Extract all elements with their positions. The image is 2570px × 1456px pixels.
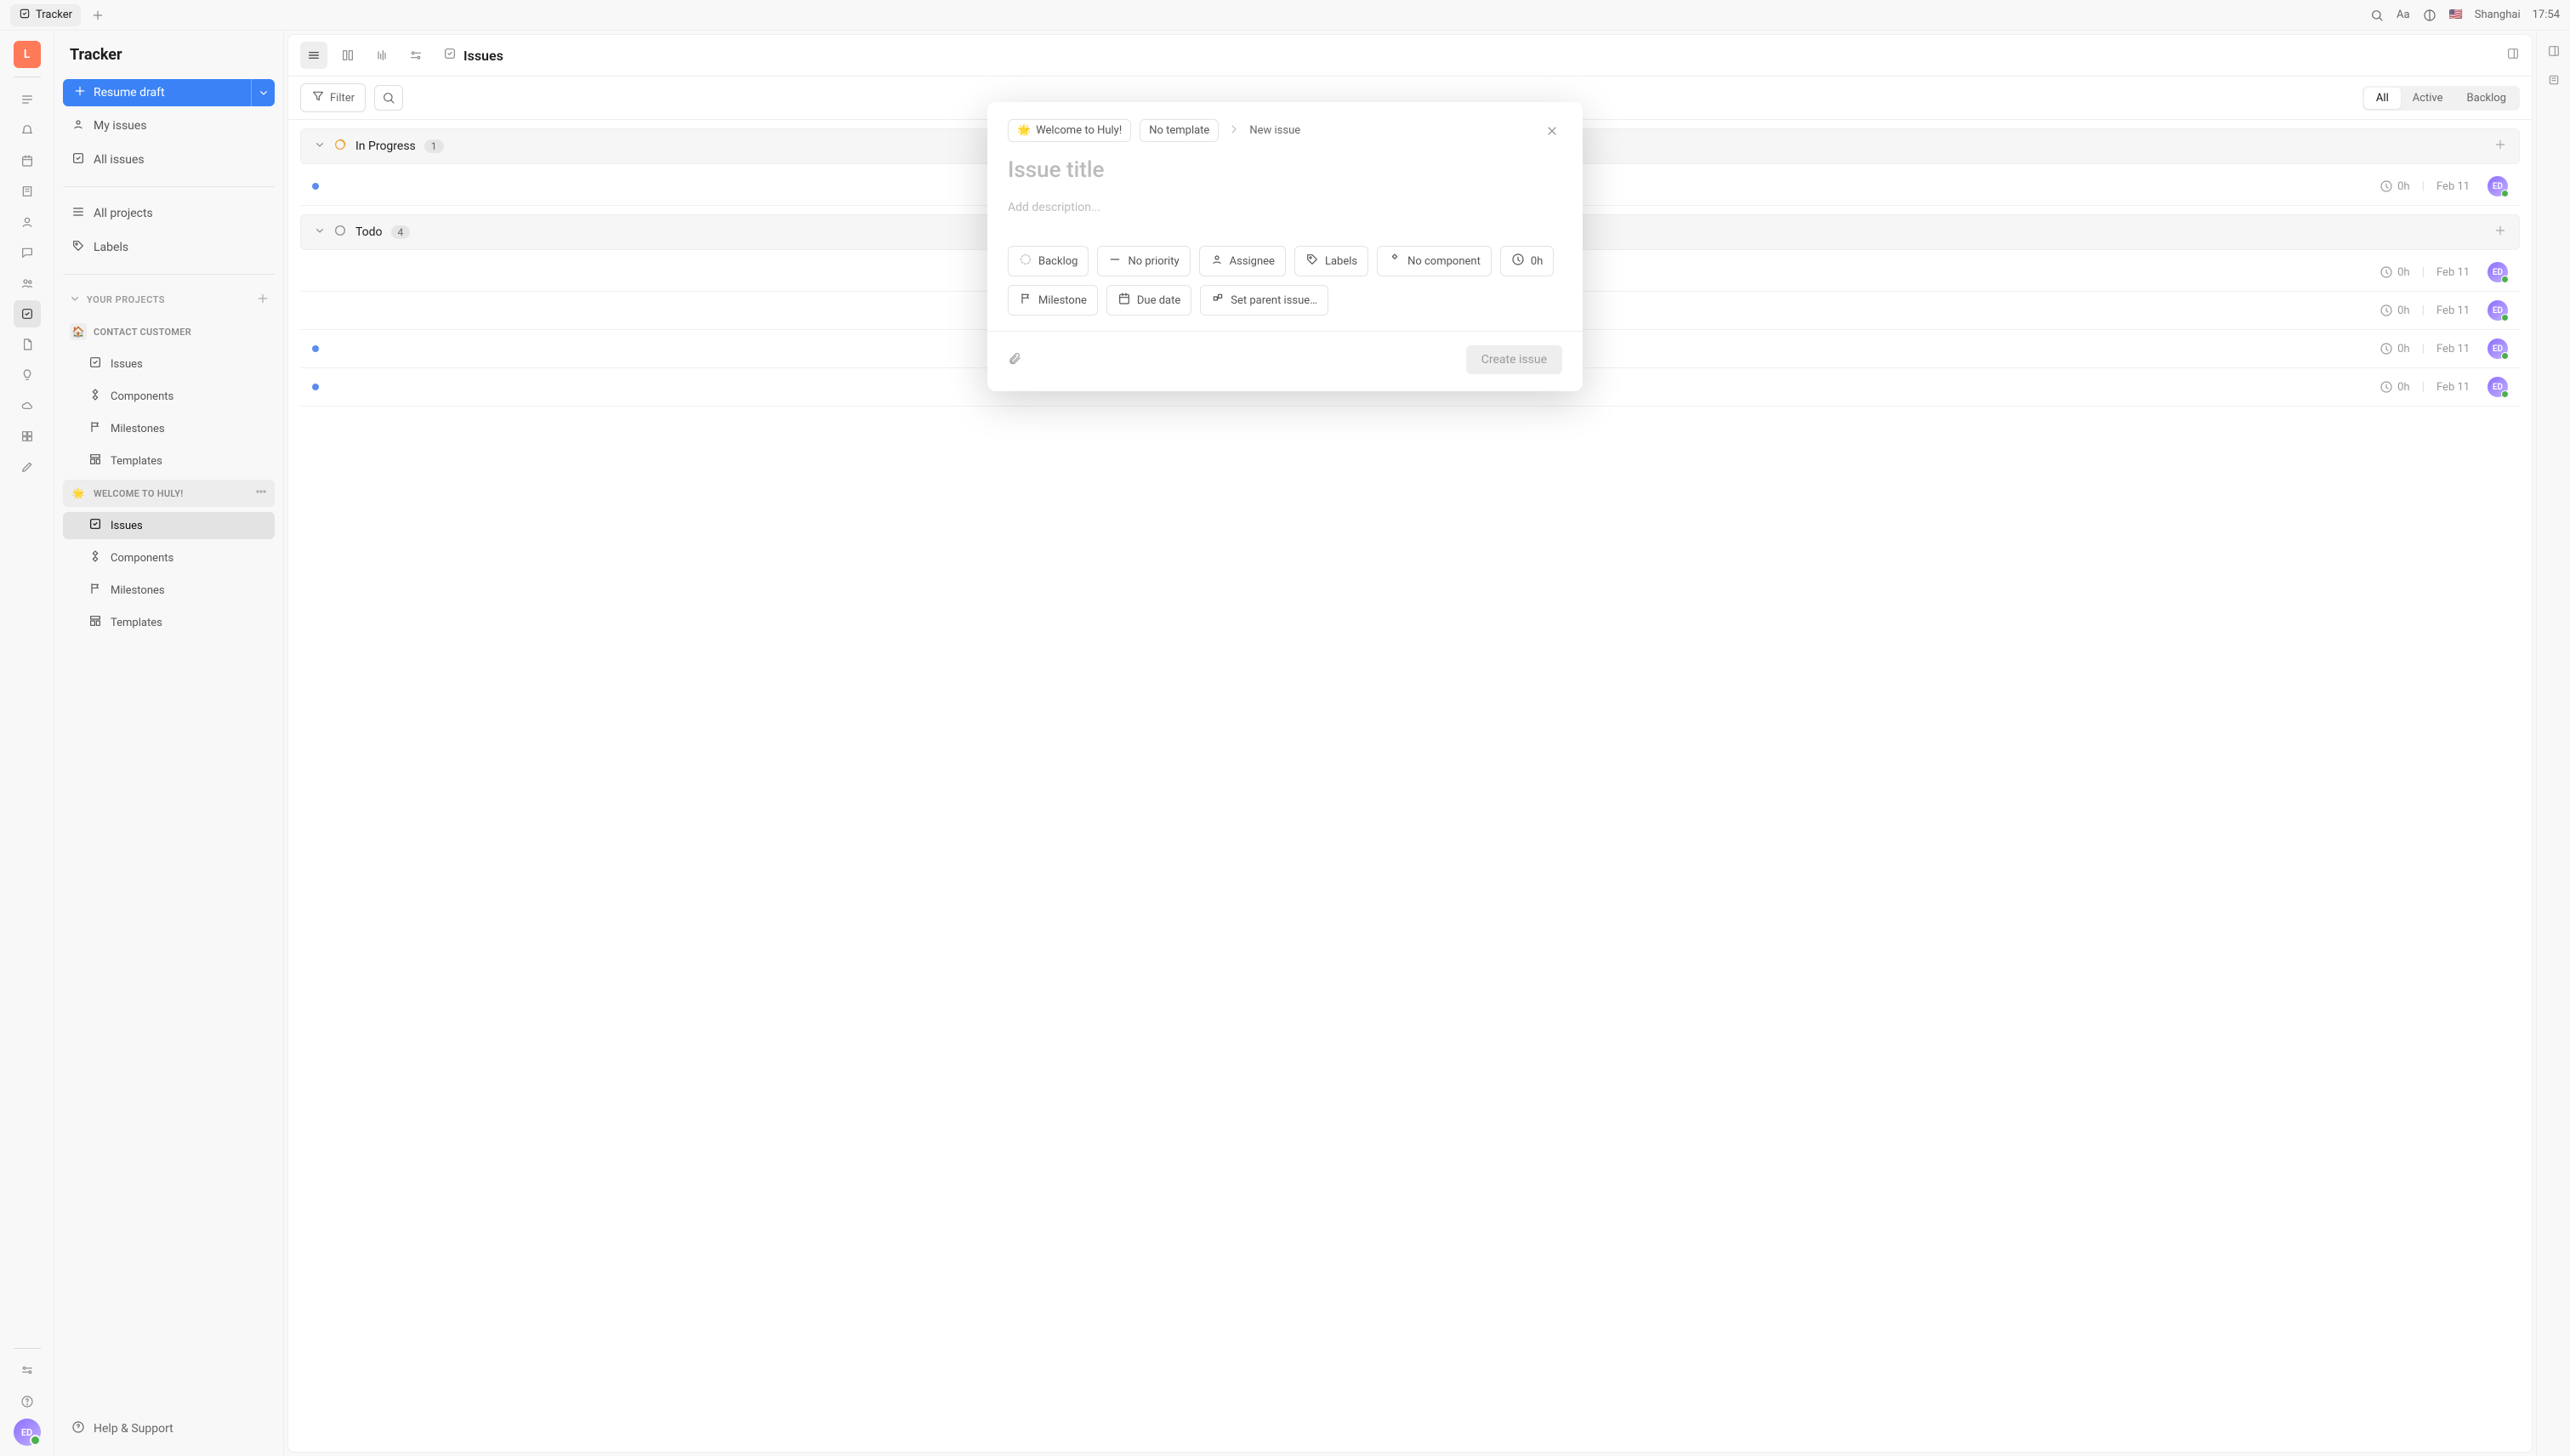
milestone-icon [1019, 292, 1032, 309]
issue-description-input[interactable] [1008, 195, 1562, 220]
chip-parent-issue[interactable]: Set parent issue… [1200, 285, 1328, 316]
crumb-project[interactable]: 🌟 Welcome to Huly! [1008, 119, 1131, 142]
crumb-template[interactable]: No template [1140, 119, 1219, 142]
chip-status[interactable]: Backlog [1008, 246, 1089, 276]
star-icon: 🌟 [1017, 124, 1031, 137]
user-icon [1210, 253, 1224, 270]
create-issue-button[interactable]: Create issue [1466, 345, 1562, 374]
attach-button[interactable] [1008, 351, 1021, 368]
new-issue-modal: 🌟 Welcome to Huly! No template New issue… [987, 102, 1583, 391]
crumb-new-issue: New issue [1249, 124, 1300, 137]
chip-priority[interactable]: No priority [1097, 246, 1190, 276]
priority-icon [1108, 253, 1122, 270]
chip-due-date[interactable]: Due date [1106, 285, 1191, 316]
chevron-right-icon [1227, 122, 1241, 139]
chip-assignee[interactable]: Assignee [1199, 246, 1286, 276]
chip-estimate[interactable]: 0h [1500, 246, 1554, 276]
calendar-icon [1117, 292, 1131, 309]
component-icon [1388, 253, 1402, 270]
chip-milestone[interactable]: Milestone [1008, 285, 1098, 316]
modal-backdrop: 🌟 Welcome to Huly! No template New issue… [0, 0, 2570, 1456]
modal-close-button[interactable] [1542, 121, 1562, 141]
parent-icon [1211, 292, 1225, 309]
clock-icon [1511, 253, 1525, 270]
tag-icon [1305, 253, 1319, 270]
chip-component[interactable]: No component [1377, 246, 1492, 276]
issue-title-input[interactable] [1008, 157, 1562, 183]
backlog-icon [1019, 253, 1032, 270]
chip-labels[interactable]: Labels [1294, 246, 1368, 276]
